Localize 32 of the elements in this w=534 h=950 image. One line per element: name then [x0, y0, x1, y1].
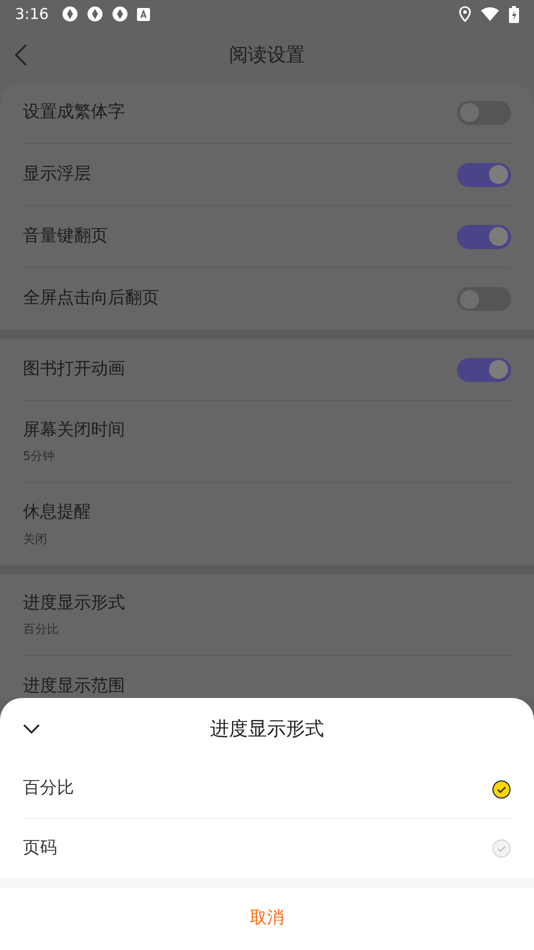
setting-label: 全屏点击向后翻页 — [23, 287, 159, 310]
option-row[interactable]: 百分比 — [23, 760, 511, 819]
aperture-icon — [62, 6, 78, 22]
battery-icon — [509, 6, 519, 22]
setting-label: 进度显示形式 — [23, 592, 125, 615]
collapse-chevron-icon[interactable] — [23, 724, 40, 734]
aperture-icon — [112, 6, 128, 22]
setting-value: 5分钟 — [23, 448, 56, 466]
toggle-switch[interactable] — [457, 224, 511, 248]
toggle-switch[interactable] — [457, 287, 511, 311]
location-icon — [459, 6, 471, 22]
setting-label: 图书打开动画 — [23, 358, 125, 381]
clock: 3:16 — [15, 4, 49, 25]
setting-label: 音量键翻页 — [23, 224, 108, 248]
setting-label: 屏幕关闭时间 — [23, 418, 125, 442]
aperture-icon — [86, 6, 103, 22]
keyboard-icon — [136, 8, 150, 20]
option-row[interactable]: 页码 — [23, 819, 511, 878]
setting-value: 百分比 — [23, 621, 60, 638]
sheet-title: 进度显示形式 — [210, 716, 324, 742]
page-title: 阅读设置 — [229, 42, 305, 68]
wifi-icon — [481, 7, 499, 21]
back-icon[interactable] — [14, 44, 28, 66]
toggle-switch[interactable] — [457, 358, 511, 382]
toggle-switch[interactable] — [457, 100, 511, 124]
setting-label: 显示浮层 — [23, 162, 91, 186]
toggle-switch[interactable] — [457, 162, 511, 186]
setting-label: 休息提醒 — [23, 501, 91, 524]
check-icon[interactable] — [492, 780, 511, 798]
setting-value: 关闭 — [23, 530, 48, 548]
setting-label: 设置成繁体字 — [23, 100, 125, 124]
setting-label: 进度显示范围 — [23, 675, 125, 698]
